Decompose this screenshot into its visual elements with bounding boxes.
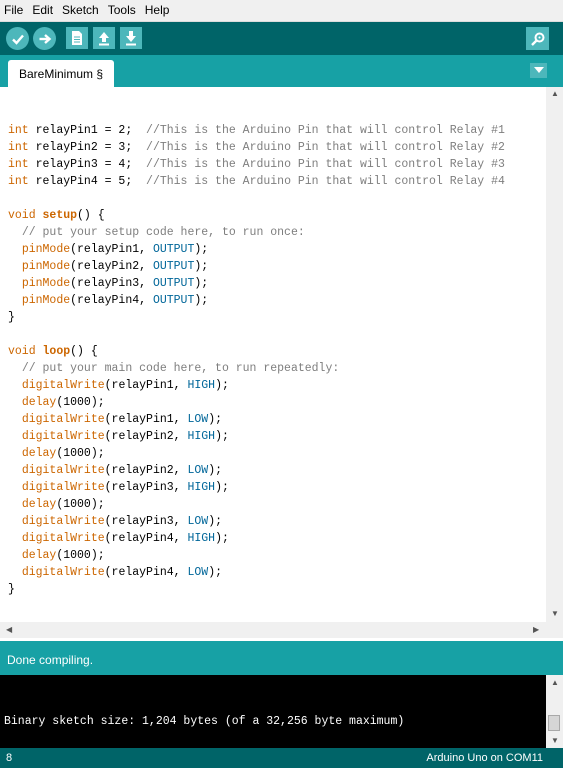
save-button[interactable] [120,27,142,49]
console-scrollbar[interactable]: ▲ ▼ [546,675,563,748]
menu-file[interactable]: File [0,0,28,21]
code-text[interactable]: int relayPin1 = 2; //This is the Arduino… [8,105,505,598]
console-output[interactable]: Binary sketch size: 1,204 bytes (of a 32… [0,675,546,748]
code-line[interactable]: void loop() { [8,343,505,360]
menu-sketch[interactable]: Sketch [58,0,104,21]
code-line[interactable]: pinMode(relayPin2, OUTPUT); [8,258,505,275]
status-message: Done compiling. [7,653,94,667]
code-line[interactable]: digitalWrite(relayPin4, HIGH); [8,530,505,547]
code-line[interactable]: // put your setup code here, to run once… [8,224,505,241]
dropdown-triangle-icon [533,67,544,73]
console-scroll-down-arrow-icon[interactable]: ▼ [551,736,559,745]
console-scroll-thumb[interactable] [548,715,560,731]
scroll-right-arrow-icon[interactable]: ▶ [533,625,539,634]
menu-edit[interactable]: Edit [28,0,58,21]
code-line[interactable]: pinMode(relayPin3, OUTPUT); [8,275,505,292]
board-port-label: Arduino Uno on COM11 [426,752,543,764]
tab-menu-button[interactable] [530,63,547,78]
serial-monitor-button[interactable] [526,27,549,50]
scroll-up-arrow-icon[interactable]: ▲ [551,89,559,98]
tab-bareminimum[interactable]: BareMinimum § [8,60,114,87]
footer-bar: 8 Arduino Uno on COM11 [0,748,563,768]
code-editor[interactable]: int relayPin1 = 2; //This is the Arduino… [0,87,546,622]
code-line[interactable] [8,190,505,207]
code-line[interactable]: int relayPin4 = 5; //This is the Arduino… [8,173,505,190]
scroll-down-arrow-icon[interactable]: ▼ [551,609,559,618]
save-down-arrow-icon [126,31,136,46]
toolbar [0,22,563,55]
line-number: 8 [6,752,13,764]
menu-bar: File Edit Sketch Tools Help [0,0,563,22]
code-line[interactable]: } [8,581,505,598]
verify-button[interactable] [6,27,29,50]
serial-monitor-magnifier-icon [530,32,544,46]
editor-horizontal-scrollbar[interactable]: ◀ ▶ [0,622,546,638]
console-scroll-up-arrow-icon[interactable]: ▲ [551,678,559,687]
code-line[interactable]: } [8,309,505,326]
code-line[interactable]: delay(1000); [8,394,505,411]
upload-button[interactable] [33,27,56,50]
menu-tools[interactable]: Tools [104,0,141,21]
menu-help[interactable]: Help [141,0,175,21]
code-line[interactable]: digitalWrite(relayPin1, HIGH); [8,377,505,394]
code-line[interactable]: digitalWrite(relayPin2, HIGH); [8,428,505,445]
code-line[interactable]: int relayPin2 = 3; //This is the Arduino… [8,139,505,156]
open-button[interactable] [93,27,115,49]
code-line[interactable]: // put your main code here, to run repea… [8,360,505,377]
code-line[interactable]: digitalWrite(relayPin4, LOW); [8,564,505,581]
new-document-icon [72,31,82,45]
code-line[interactable]: digitalWrite(relayPin2, LOW); [8,462,505,479]
code-line[interactable]: pinMode(relayPin1, OUTPUT); [8,241,505,258]
new-button[interactable] [66,27,88,49]
editor-vertical-scrollbar[interactable]: ▲ ▼ [546,87,563,622]
code-line[interactable]: delay(1000); [8,547,505,564]
code-line[interactable] [8,326,505,343]
code-line[interactable]: pinMode(relayPin4, OUTPUT); [8,292,505,309]
code-line[interactable]: int relayPin3 = 4; //This is the Arduino… [8,156,505,173]
open-up-arrow-icon [99,32,109,46]
status-bar: Done compiling. [0,641,563,675]
scroll-left-arrow-icon[interactable]: ◀ [6,625,12,634]
code-line[interactable]: digitalWrite(relayPin3, LOW); [8,513,505,530]
code-line[interactable]: int relayPin1 = 2; //This is the Arduino… [8,122,505,139]
tab-strip: BareMinimum § [0,55,563,87]
code-line[interactable]: delay(1000); [8,496,505,513]
verify-checkmark-icon [11,34,24,45]
code-line[interactable]: delay(1000); [8,445,505,462]
upload-arrow-icon [39,33,51,44]
code-line[interactable]: digitalWrite(relayPin3, HIGH); [8,479,505,496]
scrollbar-corner [546,622,563,638]
console-text: Binary sketch size: 1,204 bytes (of a 32… [4,715,405,728]
code-line[interactable]: digitalWrite(relayPin1, LOW); [8,411,505,428]
code-line[interactable] [8,105,505,122]
code-line[interactable]: void setup() { [8,207,505,224]
